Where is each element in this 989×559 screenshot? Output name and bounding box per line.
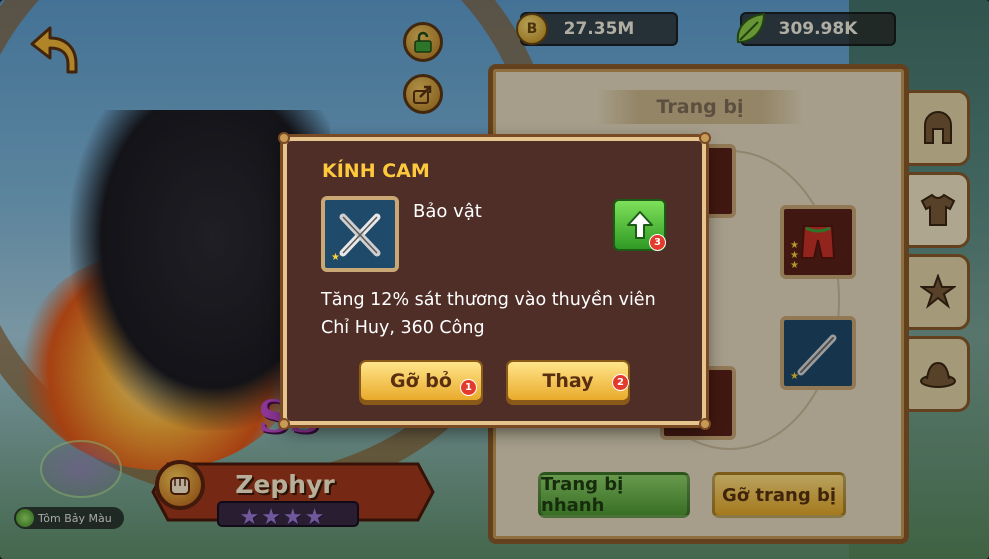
modal-corner-ornament — [699, 418, 711, 430]
modal-corner-ornament — [278, 132, 290, 144]
arrow-up-icon — [626, 211, 653, 239]
remove-badge: 1 — [460, 379, 477, 396]
game-scene: SS 27.35M B 309.98K Trang bị — [0, 0, 989, 559]
remove-button-label: Gỡ bỏ — [390, 370, 452, 392]
upgrade-badge: 3 — [649, 234, 666, 251]
crossed-bats-icon — [339, 213, 381, 257]
modal-corner-ornament — [699, 132, 711, 144]
item-stars: ★ — [331, 252, 340, 263]
replace-badge: 2 — [612, 374, 629, 391]
modal-corner-ornament — [278, 418, 290, 430]
item-name: KÍNH CAM — [322, 160, 430, 182]
item-icon-slot: ★ — [321, 196, 399, 272]
replace-button-label: Thay — [542, 370, 594, 392]
item-description: Tăng 12% sát thương vào thuyền viên Chỉ … — [321, 286, 691, 342]
item-type: Bảo vật — [413, 201, 482, 222]
item-description-line: Chỉ Huy, 360 Công — [321, 318, 485, 338]
item-description-line: Tăng 12% sát thương vào thuyền viên — [321, 290, 656, 310]
